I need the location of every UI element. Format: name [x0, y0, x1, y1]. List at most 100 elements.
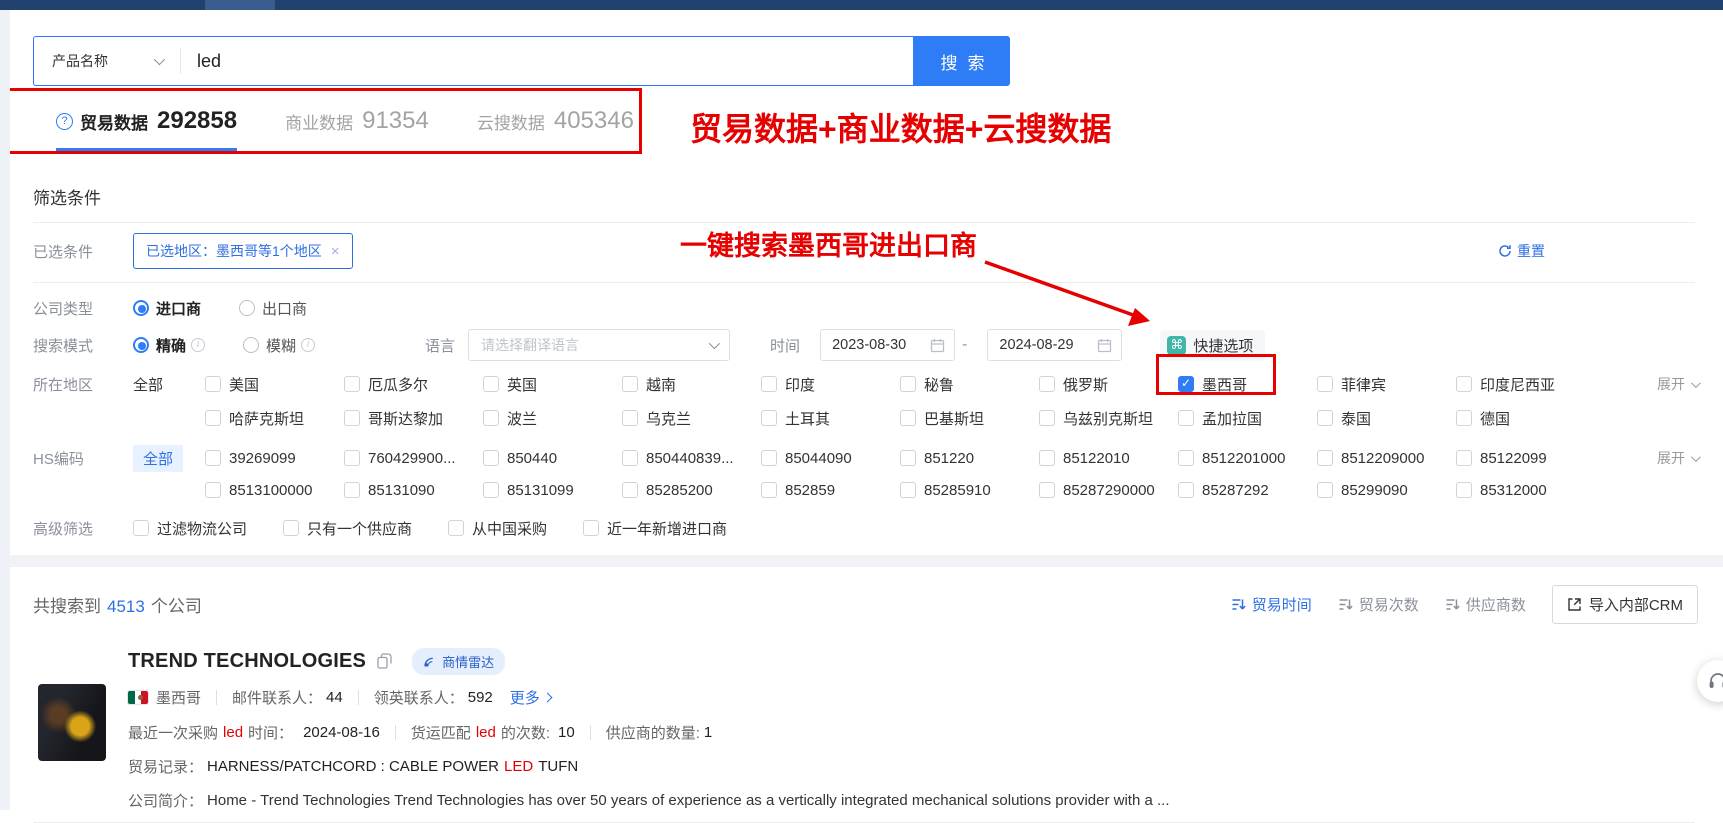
advanced-options: 过滤物流公司 只有一个供应商 从中国采购 近一年新增进口商: [133, 518, 727, 539]
region-checkbox[interactable]: 美国: [205, 374, 344, 395]
region-checkbox[interactable]: 厄瓜多尔: [344, 374, 483, 395]
hs-code-checkbox[interactable]: 39269099: [205, 450, 344, 467]
data-tab[interactable]: 云搜数据 405346: [477, 91, 634, 151]
checkbox-icon: [1039, 376, 1055, 392]
hs-code-checkbox[interactable]: 85122099: [1456, 450, 1595, 467]
business-radar-badge[interactable]: 商情雷达: [412, 648, 505, 675]
checkbox-icon: [448, 520, 464, 536]
summary-suffix: 个公司: [151, 597, 202, 616]
search-button[interactable]: 搜索: [913, 36, 1010, 86]
hs-code-checkbox[interactable]: 852859: [761, 482, 900, 499]
hs-expand-link[interactable]: 展开: [1657, 448, 1698, 468]
freight-count-label: 的次数:: [501, 722, 550, 743]
company-card[interactable]: TREND TECHNOLOGIES 商情雷达 墨西哥 邮件联系人： 44 领英…: [33, 648, 1698, 810]
region-checkbox[interactable]: 墨西哥: [1178, 374, 1317, 395]
region-checkbox[interactable]: 土耳其: [761, 408, 900, 429]
search-input[interactable]: [197, 51, 913, 72]
region-checkbox[interactable]: 秘鲁: [900, 374, 1039, 395]
checkbox-icon: [761, 450, 777, 466]
hs-code-checkbox[interactable]: 85131099: [483, 482, 622, 499]
region-checkbox[interactable]: 波兰: [483, 408, 622, 429]
hs-code-checkbox[interactable]: 85312000: [1456, 482, 1595, 499]
hs-code-checkbox[interactable]: 850440839...: [622, 450, 761, 467]
region-checkbox[interactable]: 哥斯达黎加: [344, 408, 483, 429]
region-checkbox[interactable]: 越南: [622, 374, 761, 395]
data-tab[interactable]: 贸易数据 292858: [56, 91, 237, 151]
region-expand-link[interactable]: 展开: [1657, 374, 1698, 394]
region-checkbox[interactable]: 乌克兰: [622, 408, 761, 429]
hs-code-checkbox[interactable]: 8512201000: [1178, 450, 1317, 467]
sort-label: 贸易时间: [1252, 594, 1312, 615]
region-checkbox[interactable]: 德国: [1456, 408, 1595, 429]
region-checkbox[interactable]: 巴基斯坦: [900, 408, 1039, 429]
copy-icon[interactable]: [377, 653, 392, 669]
search-category-dropdown[interactable]: 产品名称: [34, 51, 162, 71]
checkbox-icon: [1317, 482, 1333, 498]
region-checkbox[interactable]: 菲律宾: [1317, 374, 1456, 395]
selected-region-tag[interactable]: 已选地区：墨西哥等1个地区 ×: [133, 233, 353, 269]
region-checkbox[interactable]: 印度尼西亚: [1456, 374, 1595, 395]
hs-code-checkbox[interactable]: 85299090: [1317, 482, 1456, 499]
chevron-right-icon: [542, 692, 552, 702]
close-icon[interactable]: ×: [331, 243, 340, 260]
data-source-tabs: 贸易数据 292858 商业数据 91354 云搜数据 405346: [8, 91, 634, 151]
search-mode-radio[interactable]: 精确: [133, 335, 205, 356]
language-select[interactable]: 请选择翻译语言: [468, 329, 730, 361]
checkbox-icon: [1039, 482, 1055, 498]
import-crm-button[interactable]: 导入内部CRM: [1552, 585, 1698, 624]
company-type-radio[interactable]: 进口商: [133, 298, 201, 319]
hs-code-checkbox[interactable]: 8512209000: [1317, 450, 1456, 467]
hs-all-option[interactable]: 全部: [133, 445, 205, 472]
results-header: 共搜索到4513个公司 贸易时间 贸易次数 供应商数 导入内部CRM: [33, 567, 1698, 624]
date-to-picker[interactable]: 2024-08-29: [987, 329, 1122, 361]
advanced-checkbox[interactable]: 从中国采购: [448, 518, 547, 539]
region-checkbox[interactable]: 泰国: [1317, 408, 1456, 429]
hs-code-checkbox[interactable]: 85287290000: [1039, 482, 1178, 499]
checkbox-label: 85285910: [924, 482, 991, 499]
region-checkbox[interactable]: 印度: [761, 374, 900, 395]
hs-code-checkbox[interactable]: 85122010: [1039, 450, 1178, 467]
date-from-picker[interactable]: 2023-08-30: [820, 329, 955, 361]
hs-all-chip: 全部: [133, 445, 183, 472]
region-checkbox[interactable]: 英国: [483, 374, 622, 395]
trade-record-label: 贸易记录：: [128, 756, 203, 777]
quick-options-button[interactable]: ⌘ 快捷选项: [1160, 330, 1265, 361]
checkbox-icon: [622, 482, 638, 498]
sort-button[interactable]: 贸易次数: [1338, 594, 1419, 615]
headset-icon: [1707, 670, 1723, 692]
data-tab[interactable]: 商业数据 91354: [285, 91, 429, 151]
checkbox-icon: [1178, 376, 1194, 392]
hs-code-checkbox[interactable]: 85131090: [344, 482, 483, 499]
region-checkbox[interactable]: 哈萨克斯坦: [205, 408, 344, 429]
checkbox-icon: [1178, 410, 1194, 426]
hs-code-label: HS编码: [33, 448, 133, 469]
region-checkbox[interactable]: 乌兹别克斯坦: [1039, 408, 1178, 429]
hs-code-checkbox[interactable]: 850440: [483, 450, 622, 467]
advanced-checkbox[interactable]: 近一年新增进口商: [583, 518, 727, 539]
search-mode-radio[interactable]: 模糊: [243, 335, 315, 356]
sort-button[interactable]: 贸易时间: [1231, 594, 1312, 615]
hs-code-checkbox[interactable]: 760429900...: [344, 450, 483, 467]
reset-button[interactable]: 重置: [1498, 241, 1545, 261]
region-checkbox[interactable]: 俄罗斯: [1039, 374, 1178, 395]
hs-code-checkbox[interactable]: 85044090: [761, 450, 900, 467]
hs-code-checkbox[interactable]: 85285200: [622, 482, 761, 499]
hs-code-checkbox[interactable]: 8513100000: [205, 482, 344, 499]
hs-code-checkbox[interactable]: 851220: [900, 450, 1039, 467]
region-all-option[interactable]: 全部: [133, 374, 205, 395]
info-icon[interactable]: [301, 338, 315, 352]
advanced-checkbox[interactable]: 只有一个供应商: [283, 518, 412, 539]
company-type-radio[interactable]: 出口商: [239, 298, 307, 319]
info-icon[interactable]: [191, 338, 205, 352]
sort-button[interactable]: 供应商数: [1445, 594, 1526, 615]
top-bar-highlight: [205, 0, 275, 10]
advanced-checkbox[interactable]: 过滤物流公司: [133, 518, 247, 539]
profile-label: 公司简介：: [128, 790, 203, 811]
region-checkbox[interactable]: 孟加拉国: [1178, 408, 1317, 429]
company-name[interactable]: TREND TECHNOLOGIES: [128, 650, 366, 673]
checkbox-icon: [483, 482, 499, 498]
more-link[interactable]: 更多: [510, 687, 551, 708]
checkbox-label: 过滤物流公司: [157, 518, 247, 539]
hs-code-checkbox[interactable]: 85285910: [900, 482, 1039, 499]
hs-code-checkbox[interactable]: 85287292: [1178, 482, 1317, 499]
